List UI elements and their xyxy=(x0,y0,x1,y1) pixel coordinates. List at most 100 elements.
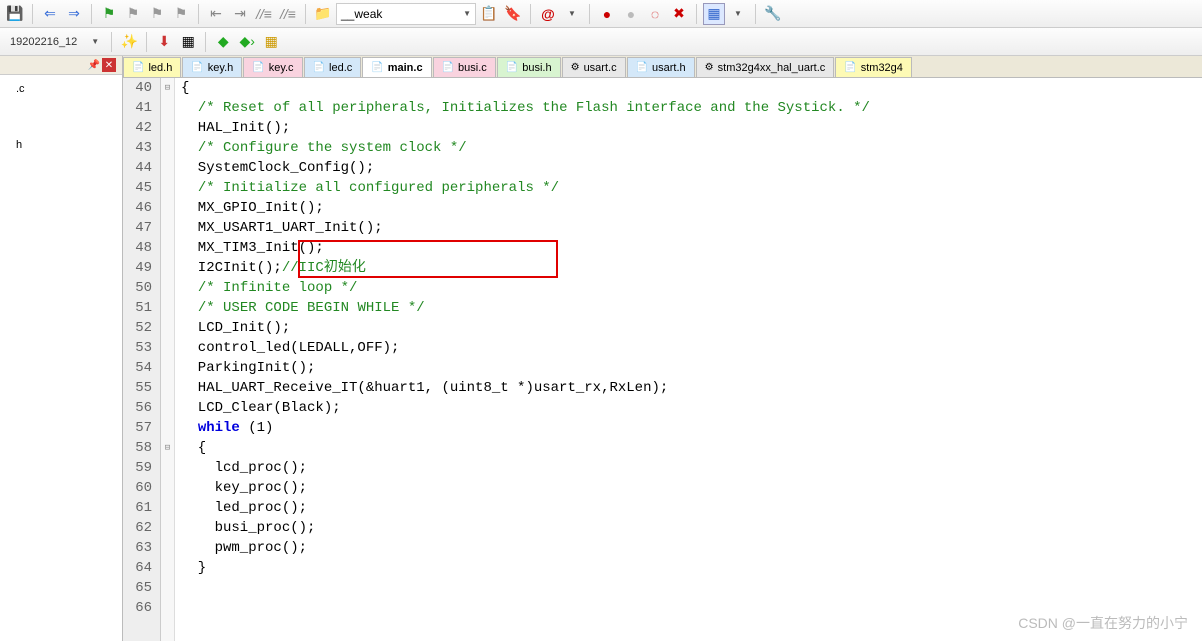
code-line[interactable] xyxy=(181,578,870,598)
code-view[interactable]: 4041424344454647484950515253545556575859… xyxy=(123,78,1202,641)
side-tree[interactable]: .c h xyxy=(0,75,122,641)
debug-at-icon[interactable]: @ xyxy=(537,3,559,25)
breakpoint-kill-icon[interactable]: ✖ xyxy=(668,3,690,25)
diamond-next-icon[interactable]: ◆› xyxy=(236,31,258,53)
debug-at-dd-icon[interactable]: ▼ xyxy=(561,3,583,25)
find-text-icon[interactable]: 🔖 xyxy=(502,3,524,25)
file-tab-usart-h[interactable]: 📄usart.h xyxy=(627,57,695,77)
file-tab-stm32g4[interactable]: 📄stm32g4 xyxy=(835,57,912,77)
code-line[interactable] xyxy=(181,598,870,618)
code-line[interactable]: busi_proc(); xyxy=(181,518,870,538)
code-line[interactable]: { xyxy=(181,78,870,98)
magic-wand-icon[interactable]: ✨ xyxy=(118,31,140,53)
window-layout-icon[interactable]: ▦ xyxy=(703,3,725,25)
tree-item[interactable]: h xyxy=(4,137,118,153)
file-tab-key-c[interactable]: 📄key.c xyxy=(243,57,302,77)
code-line[interactable]: led_proc(); xyxy=(181,498,870,518)
separator xyxy=(198,4,199,24)
code-line[interactable]: LCD_Clear(Black); xyxy=(181,398,870,418)
configure-icon[interactable]: 🔧 xyxy=(762,3,784,25)
close-icon[interactable]: ✕ xyxy=(102,58,116,72)
uncomment-lines-icon[interactable]: //≡ xyxy=(277,3,299,25)
code-line[interactable]: HAL_Init(); xyxy=(181,118,870,138)
breakpoint-disable-icon[interactable]: ◌ xyxy=(644,3,666,25)
code-line[interactable]: ParkingInit(); xyxy=(181,358,870,378)
file-icon: 📄 xyxy=(844,62,856,73)
fold-mark[interactable]: ⊟ xyxy=(161,78,174,98)
pin-icon[interactable]: 📌 xyxy=(88,60,100,71)
chevron-down-icon[interactable]: ▼ xyxy=(91,37,99,46)
file-tab-label: key.c xyxy=(269,62,294,74)
line-number: 40 xyxy=(135,78,152,98)
token-ident xyxy=(181,140,198,156)
build-file-icon[interactable]: ⬇ xyxy=(153,31,175,53)
indent-right-icon[interactable]: ⇥ xyxy=(229,3,251,25)
file-tab-busi-c[interactable]: 📄busi.c xyxy=(433,57,496,77)
file-tab-busi-h[interactable]: 📄busi.h xyxy=(497,57,561,77)
breakpoint-grey-icon[interactable]: ● xyxy=(620,3,642,25)
file-tab-stm32g4xx_hal_uart-c[interactable]: ⚙stm32g4xx_hal_uart.c xyxy=(696,57,835,77)
fold-mark xyxy=(161,598,174,618)
code-line[interactable]: /* USER CODE BEGIN WHILE */ xyxy=(181,298,870,318)
code-line[interactable]: lcd_proc(); xyxy=(181,458,870,478)
token-keyword: while xyxy=(198,420,240,436)
code-line[interactable]: MX_TIM3_Init(); xyxy=(181,238,870,258)
code-line[interactable]: MX_USART1_UART_Init(); xyxy=(181,218,870,238)
token-comment: /* Infinite loop */ xyxy=(198,280,358,296)
back-icon[interactable]: ⇐ xyxy=(39,3,61,25)
token-ident: I2CInit(); xyxy=(181,260,282,276)
build-target-icon[interactable]: ▦ xyxy=(177,31,199,53)
editor-area: 📄led.h📄key.h📄key.c📄led.c📄main.c📄busi.c📄b… xyxy=(123,56,1202,641)
line-number: 41 xyxy=(135,98,152,118)
code-lines[interactable]: { /* Reset of all peripherals, Initializ… xyxy=(175,78,870,641)
file-tab-key-h[interactable]: 📄key.h xyxy=(182,57,242,77)
code-line[interactable]: } xyxy=(181,558,870,578)
bookmark-clear-icon[interactable]: ⚑ xyxy=(170,3,192,25)
code-line[interactable]: pwm_proc(); xyxy=(181,538,870,558)
comment-lines-icon[interactable]: //≡ xyxy=(253,3,275,25)
code-line[interactable]: /* Infinite loop */ xyxy=(181,278,870,298)
watermark: CSDN @一直在努力的小宁 xyxy=(1018,613,1188,633)
line-number: 56 xyxy=(135,398,152,418)
tree-item[interactable]: .c xyxy=(4,81,118,97)
main-layout: 📌 ✕ .c h 📄led.h📄key.h📄key.c📄led.c📄main.c… xyxy=(0,56,1202,641)
folder-icon[interactable]: 📁 xyxy=(312,3,334,25)
code-line[interactable]: SystemClock_Config(); xyxy=(181,158,870,178)
token-comment: /* Configure the system clock */ xyxy=(198,140,467,156)
file-tab-usart-c[interactable]: ⚙usart.c xyxy=(562,57,626,77)
line-number: 64 xyxy=(135,558,152,578)
code-line[interactable]: MX_GPIO_Init(); xyxy=(181,198,870,218)
file-tab-led-c[interactable]: 📄led.c xyxy=(304,57,362,77)
code-line[interactable]: /* Configure the system clock */ xyxy=(181,138,870,158)
file-tab-led-h[interactable]: 📄led.h xyxy=(123,57,181,77)
code-line[interactable]: LCD_Init(); xyxy=(181,318,870,338)
token-ident: LCD_Clear(Black); xyxy=(181,400,341,416)
code-line[interactable]: I2CInit();//IIC初始化 xyxy=(181,258,870,278)
line-number: 65 xyxy=(135,578,152,598)
code-line[interactable]: /* Initialize all configured peripherals… xyxy=(181,178,870,198)
symbol-dropdown-text: __weak xyxy=(341,7,382,21)
code-line[interactable]: control_led(LEDALL,OFF); xyxy=(181,338,870,358)
file-tab-main-c[interactable]: 📄main.c xyxy=(362,57,431,77)
file-tab-label: key.h xyxy=(208,62,233,74)
bookmark-prev-icon[interactable]: ⚑ xyxy=(122,3,144,25)
token-ident: key_proc(); xyxy=(181,480,307,496)
save-icon[interactable]: 💾 xyxy=(4,3,26,25)
fold-mark[interactable]: ⊟ xyxy=(161,438,174,458)
bookmark-flag-icon[interactable]: ⚑ xyxy=(98,3,120,25)
code-line[interactable]: key_proc(); xyxy=(181,478,870,498)
doc-list-icon[interactable]: 📋 xyxy=(478,3,500,25)
layout-dd-icon[interactable]: ▼ xyxy=(727,3,749,25)
code-line[interactable]: while (1) xyxy=(181,418,870,438)
diamond-green-icon[interactable]: ◆ xyxy=(212,31,234,53)
code-line[interactable]: /* Reset of all peripherals, Initializes… xyxy=(181,98,870,118)
code-line[interactable]: HAL_UART_Receive_IT(&huart1, (uint8_t *)… xyxy=(181,378,870,398)
build-all-icon[interactable]: ▦ xyxy=(260,31,282,53)
code-line[interactable]: { xyxy=(181,438,870,458)
indent-left-icon[interactable]: ⇤ xyxy=(205,3,227,25)
symbol-dropdown[interactable]: __weak ▼ xyxy=(336,3,476,25)
bookmark-next-icon[interactable]: ⚑ xyxy=(146,3,168,25)
line-number: 62 xyxy=(135,518,152,538)
breakpoint-red-icon[interactable]: ● xyxy=(596,3,618,25)
forward-icon[interactable]: ⇒ xyxy=(63,3,85,25)
